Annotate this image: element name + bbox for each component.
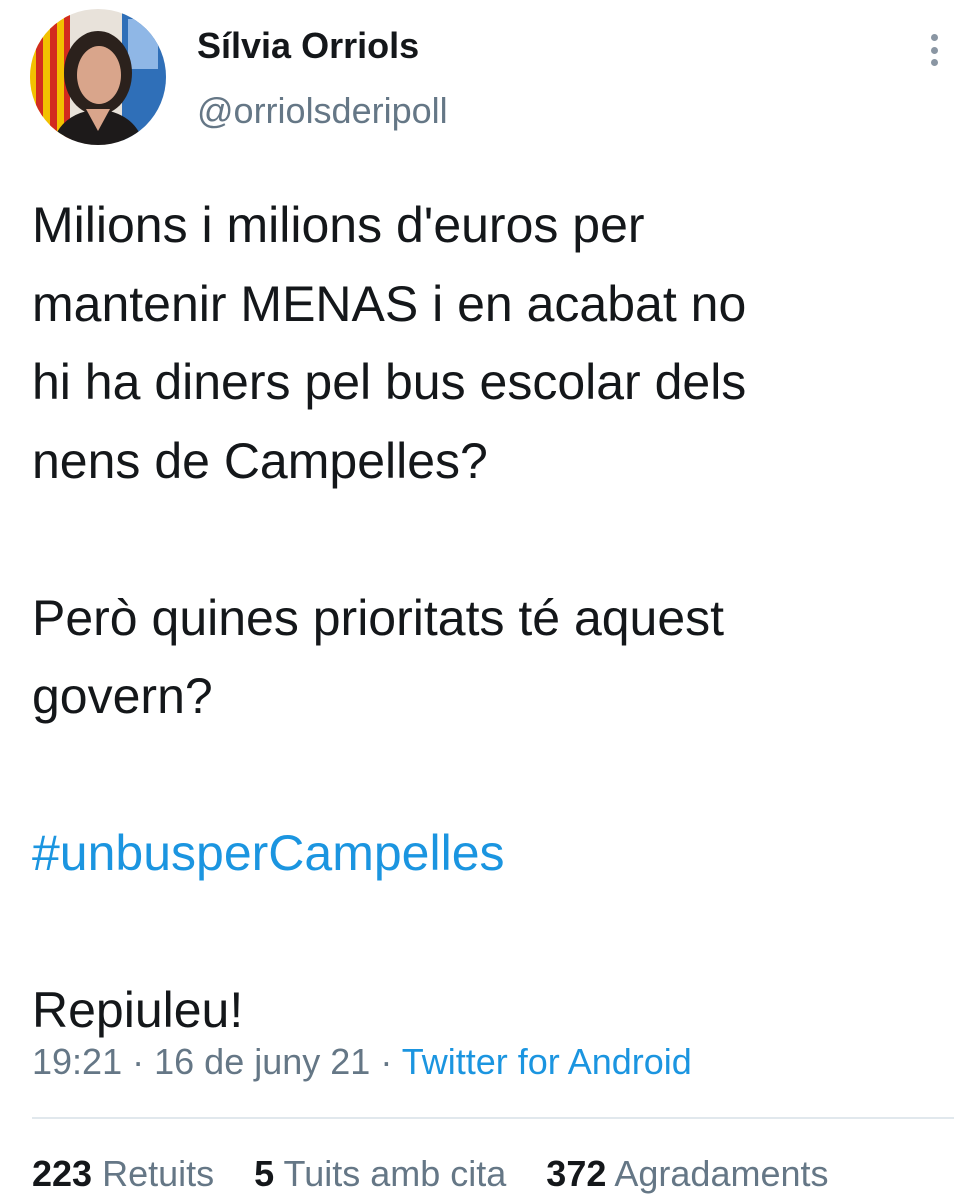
- divider: [32, 1117, 954, 1119]
- more-vertical-icon-dot: [930, 46, 938, 54]
- more-vertical-icon: [930, 34, 938, 41]
- tweet-source-link[interactable]: Twitter for Android: [402, 1041, 692, 1082]
- tweet-stats: 223 Retuits 5 Tuits amb cita 372 Agradam…: [32, 1152, 829, 1196]
- tweet-line: Repiuleu!: [32, 982, 244, 1038]
- tweet-line: nens de Campelles?: [32, 432, 488, 489]
- retweets-stat[interactable]: 223 Retuits: [32, 1153, 214, 1194]
- tweet-line: mantenir MENAS i en acabat no: [32, 275, 747, 332]
- avatar[interactable]: [30, 9, 166, 145]
- tweet-text: Milions i milions d'euros per mantenir M…: [32, 186, 932, 1050]
- quotes-label: Tuits amb cita: [283, 1153, 507, 1194]
- meta-separator: ·: [132, 1041, 145, 1082]
- quotes-stat[interactable]: 5 Tuits amb cita: [254, 1153, 506, 1194]
- quotes-count: 5: [254, 1153, 275, 1194]
- likes-label: Agradaments: [614, 1153, 829, 1194]
- retweets-count: 223: [32, 1153, 93, 1194]
- hashtag-link[interactable]: #unbusperCampelles: [32, 814, 932, 893]
- likes-stat[interactable]: 372 Agradaments: [546, 1153, 828, 1194]
- meta-separator: ·: [380, 1041, 393, 1082]
- tweet-time: 19:21: [32, 1041, 123, 1082]
- author-name[interactable]: Sílvia Orriols: [197, 24, 419, 68]
- tweet-line: Milions i milions d'euros per: [32, 197, 645, 253]
- more-options-button[interactable]: [916, 30, 952, 70]
- tweet-line: Però quines prioritats té aquest: [32, 589, 725, 646]
- retweets-label: Retuits: [102, 1153, 215, 1194]
- tweet-meta: 19:21 · 16 de juny 21 · Twitter for Andr…: [32, 1040, 692, 1084]
- tweet-line: hi ha diners pel bus escolar dels: [32, 354, 747, 410]
- likes-count: 372: [546, 1153, 607, 1194]
- author-handle[interactable]: @orriolsderipoll: [197, 89, 448, 133]
- more-vertical-icon-dot: [930, 59, 938, 66]
- tweet-date: 16 de juny 21: [154, 1041, 371, 1082]
- tweet-line: govern?: [32, 668, 213, 724]
- avatar-image: [30, 9, 166, 145]
